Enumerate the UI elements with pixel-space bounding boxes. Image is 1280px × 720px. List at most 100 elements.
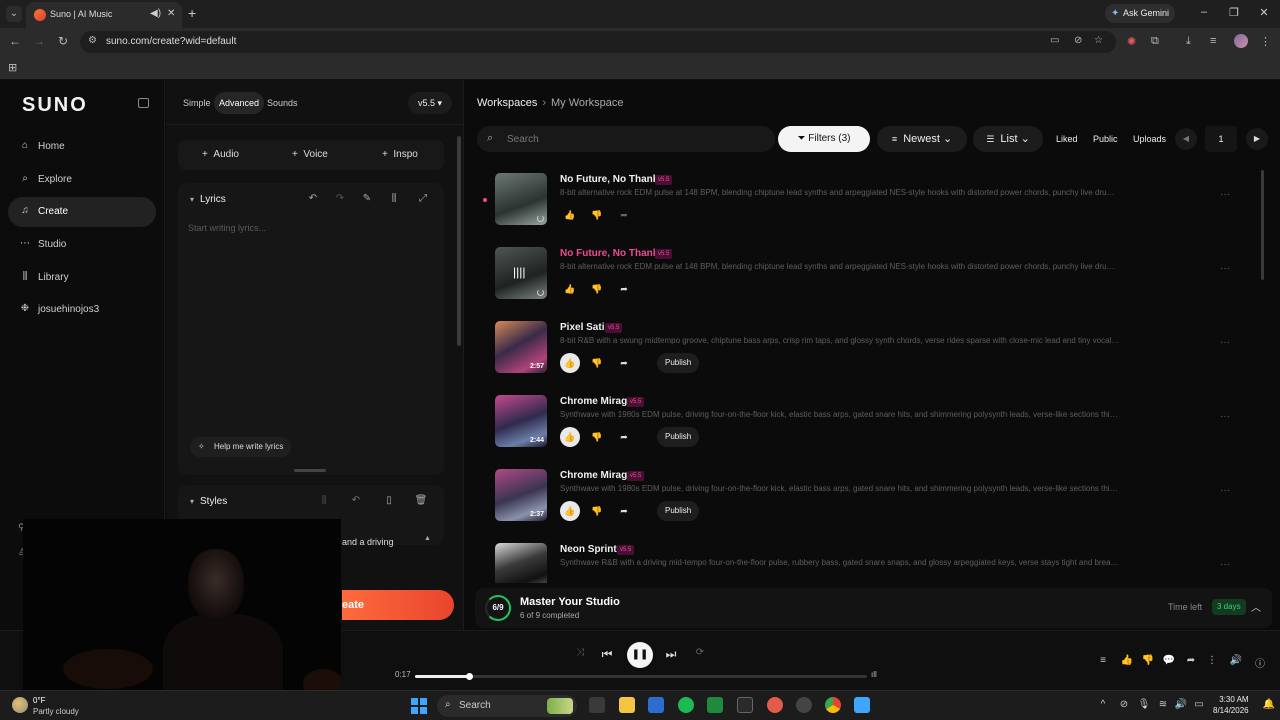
search-box[interactable]: ⌕ xyxy=(477,126,775,152)
create-button[interactable]: eate xyxy=(342,590,454,620)
panel-scrollbar[interactable] xyxy=(457,136,461,346)
song-cover[interactable]: |||| xyxy=(495,247,547,299)
comment-icon[interactable]: 💬 xyxy=(1162,655,1176,666)
windows-start-icon[interactable] xyxy=(411,698,427,714)
redo-icon[interactable]: ↷ xyxy=(333,193,347,204)
resize-handle[interactable] xyxy=(294,469,326,472)
song-title[interactable]: No Future, No Thanks xyxy=(560,248,664,259)
thumbs-down-icon[interactable]: 👎 xyxy=(587,501,607,521)
info-icon[interactable]: ⓘ xyxy=(1253,655,1267,670)
window-close-icon[interactable]: ✕ xyxy=(1256,6,1272,19)
sidebar-item-library[interactable]: ⫼ Library xyxy=(8,263,156,293)
shuffle-icon[interactable]: ⤨ xyxy=(572,647,588,658)
more-options-icon[interactable]: ··· xyxy=(1220,559,1230,570)
publish-button[interactable]: Publish xyxy=(657,501,700,521)
browser-tab[interactable]: Suno | AI Music ◀) ✕ xyxy=(26,2,182,28)
add-inspo-button[interactable]: + Inspo xyxy=(382,140,418,170)
new-tab-button[interactable]: + xyxy=(188,5,196,21)
add-voice-button[interactable]: + Voice xyxy=(292,140,328,170)
share-icon[interactable]: ➦ xyxy=(1184,655,1198,666)
weather-icon[interactable] xyxy=(12,697,28,713)
taskbar-search[interactable]: ⌕ Search xyxy=(437,695,577,717)
tab-search-button[interactable]: ⌄ xyxy=(6,6,22,22)
repeat-icon[interactable]: ⟳ xyxy=(692,647,708,658)
list-item[interactable]: Neon Sprint v5.5 Synthwave R&B with a dr… xyxy=(485,543,1255,583)
network-off-icon[interactable]: ⊘ xyxy=(1117,699,1131,710)
omnibox[interactable]: ⚙ suno.com/create?wid=default ▭ ⊘ ☆ xyxy=(80,31,1116,53)
next-page-icon[interactable]: ▶ xyxy=(1246,128,1268,150)
song-title[interactable]: Pixel Satin xyxy=(560,322,611,333)
volume-icon[interactable]: 🔊 xyxy=(1174,699,1188,710)
epic-games-icon[interactable] xyxy=(737,697,753,713)
styles-textarea[interactable]: and a driving xyxy=(342,537,394,547)
more-options-icon[interactable]: ··· xyxy=(1220,189,1230,200)
studio-progress-card[interactable]: 6/9 Master Your Studio 6 of 9 completed … xyxy=(475,588,1272,628)
trash-icon[interactable]: 🗑 xyxy=(414,495,428,506)
share-icon[interactable]: ➦ xyxy=(614,501,634,521)
edit-icon[interactable]: ✎ xyxy=(360,193,374,204)
menu-dots-icon[interactable]: ⋮ xyxy=(1260,35,1271,48)
cast-icon[interactable]: ▭ xyxy=(1050,35,1059,46)
back-arrow-icon[interactable]: ← xyxy=(7,34,23,48)
thumbs-up-icon[interactable]: 👍 xyxy=(560,501,580,521)
search-input[interactable] xyxy=(507,130,767,148)
weather-text[interactable]: Partly cloudy xyxy=(33,707,79,716)
undo-icon[interactable]: ↶ xyxy=(306,193,320,204)
song-title[interactable]: Chrome Mirage xyxy=(560,470,633,481)
expand-icon[interactable]: ⤢ xyxy=(416,193,430,204)
song-cover[interactable]: 2:57 xyxy=(495,321,547,373)
tab-advanced[interactable]: Advanced xyxy=(214,92,265,114)
song-title[interactable]: Chrome Mirage xyxy=(560,396,633,407)
download-icon[interactable]: ⤓ xyxy=(1186,35,1191,48)
share-icon[interactable]: ➦ xyxy=(614,205,634,225)
wifi-icon[interactable]: ≋ xyxy=(1156,699,1170,710)
volume-icon[interactable]: 🔊 xyxy=(1229,655,1243,666)
spotify-icon[interactable] xyxy=(678,697,694,713)
notification-icon[interactable]: 🔔 xyxy=(1262,699,1276,710)
obs-icon[interactable] xyxy=(796,697,812,713)
progress-knob[interactable] xyxy=(466,673,474,680)
view-dropdown[interactable]: ☰ List ⌄ xyxy=(973,126,1043,152)
next-icon[interactable]: ⏭ xyxy=(663,647,679,662)
task-view-icon[interactable] xyxy=(589,697,605,713)
chevron-up-icon[interactable]: ︿ xyxy=(1251,599,1261,614)
chrome-icon[interactable] xyxy=(825,697,841,713)
library-icon[interactable]: ⫼ xyxy=(387,193,401,204)
thumbs-down-icon[interactable]: 👎 xyxy=(587,205,607,225)
song-cover[interactable] xyxy=(495,173,547,225)
thumbs-up-icon[interactable]: 👍 xyxy=(560,427,580,447)
share-icon[interactable]: ➦ xyxy=(614,427,634,447)
version-dropdown[interactable]: v5.5 ▾ xyxy=(408,92,452,114)
lyrics-textarea[interactable]: Start writing lyrics... xyxy=(188,223,266,233)
previous-icon[interactable]: ⏮ xyxy=(599,647,615,662)
publish-button[interactable]: Publish xyxy=(657,427,700,447)
public-toggle[interactable]: Public xyxy=(1093,126,1118,152)
thumbs-down-icon[interactable]: 👎 xyxy=(587,353,607,373)
sidebar-item-studio[interactable]: ⋯ Studio xyxy=(8,230,156,260)
tray-overflow-icon[interactable]: ^ xyxy=(1096,699,1110,710)
thumbs-down-icon[interactable]: 👎 xyxy=(587,427,607,447)
song-title[interactable]: Neon Sprint xyxy=(560,544,617,555)
list-item[interactable]: |||| No Future, No Thanks v5.5 8-bit alt… xyxy=(485,247,1255,317)
site-info-icon[interactable]: ⚙ xyxy=(88,35,97,46)
share-icon[interactable]: ➦ xyxy=(614,279,634,299)
song-cover[interactable]: 2:44 xyxy=(495,395,547,447)
lyrics-header[interactable]: ▾ Lyrics xyxy=(190,194,226,205)
list-item[interactable]: 2:57 Pixel Satin v5.5 8-bit R&B with a s… xyxy=(485,321,1255,391)
bookmark-icon[interactable]: ▯ xyxy=(382,495,396,506)
forward-arrow-icon[interactable]: → xyxy=(31,34,47,48)
suno-logo[interactable]: SUNO xyxy=(22,94,88,117)
progress-slider[interactable] xyxy=(415,673,867,680)
page-number[interactable]: 1 xyxy=(1205,126,1237,152)
speaker-icon[interactable]: ◀) xyxy=(150,8,161,19)
thumbs-up-icon[interactable]: 👍 xyxy=(1120,655,1134,666)
tab-sounds[interactable]: Sounds xyxy=(262,92,303,114)
sidebar-item-create[interactable]: ♫ Create xyxy=(8,197,156,227)
uploads-toggle[interactable]: Uploads xyxy=(1133,126,1166,152)
filters-button[interactable]: ⏷ Filters (3) xyxy=(778,126,870,152)
store-icon[interactable] xyxy=(648,697,664,713)
thumbs-up-icon[interactable]: 👍 xyxy=(560,279,580,299)
thumbs-down-icon[interactable]: 👎 xyxy=(1141,655,1155,666)
chevron-up-icon[interactable]: ▲ xyxy=(424,535,431,542)
close-icon[interactable]: ✕ xyxy=(167,8,175,19)
